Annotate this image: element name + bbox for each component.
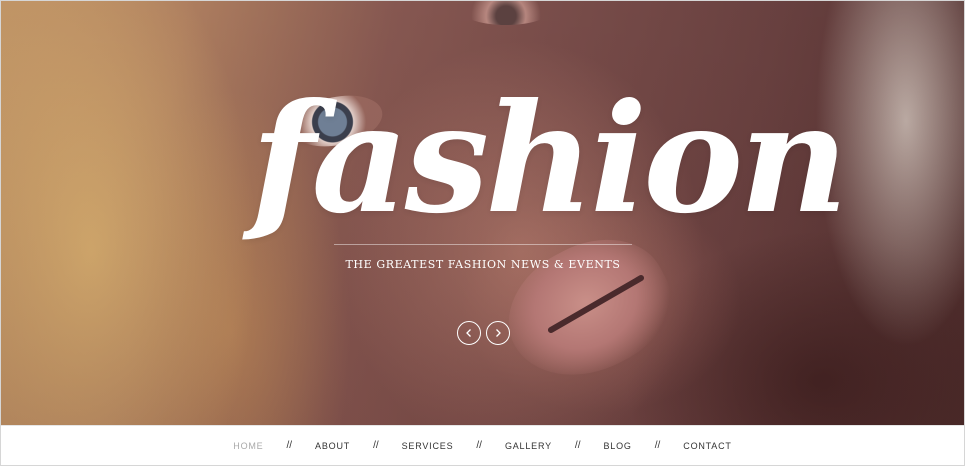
main-navigation: HOME // ABOUT // SERVICES // GALLERY // … xyxy=(1,425,964,465)
page-frame: fashion THE GREATEST FASHION NEWS & EVEN… xyxy=(0,0,965,466)
nav-item-gallery[interactable]: GALLERY xyxy=(503,441,554,451)
site-logo[interactable]: fashion xyxy=(251,59,848,259)
nav-item-services[interactable]: SERVICES xyxy=(400,441,456,451)
nav-item-home[interactable]: HOME xyxy=(231,441,265,451)
slider-prev-button[interactable] xyxy=(457,321,481,345)
nav-item-blog[interactable]: BLOG xyxy=(601,441,633,451)
nav-separator: // xyxy=(373,440,379,451)
slider-next-button[interactable] xyxy=(486,321,510,345)
nav-item-contact[interactable]: CONTACT xyxy=(681,441,733,451)
nav-separator: // xyxy=(654,440,661,451)
nav-separator: // xyxy=(574,440,581,451)
nav-separator: // xyxy=(476,440,482,451)
hero-slider: fashion THE GREATEST FASHION NEWS & EVEN… xyxy=(1,1,964,425)
nav-separator: // xyxy=(286,440,293,451)
tagline-divider xyxy=(334,244,632,245)
nav-item-about[interactable]: ABOUT xyxy=(313,441,352,451)
site-tagline: THE GREATEST FASHION NEWS & EVENTS xyxy=(345,258,621,271)
chevron-left-icon xyxy=(466,329,471,337)
chevron-right-icon xyxy=(496,329,501,337)
